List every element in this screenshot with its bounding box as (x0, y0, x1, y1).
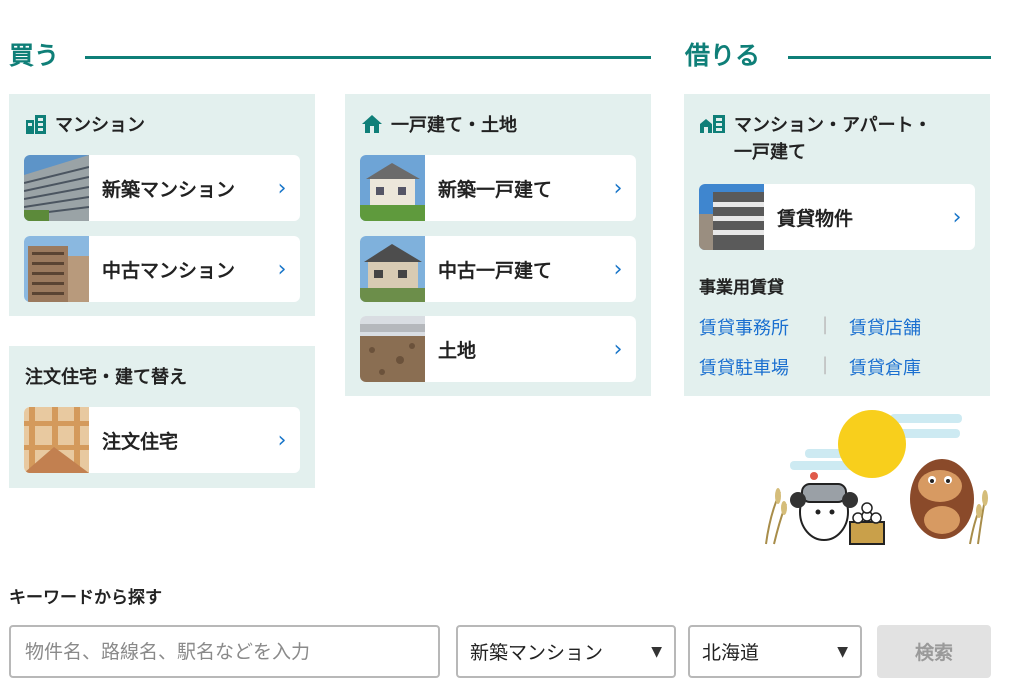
chevron-right-icon: › (277, 175, 287, 201)
chevron-right-icon: › (613, 336, 623, 362)
property-type-select[interactable]: 新築マンション ▼ (456, 625, 676, 678)
new-mansion-label: 新築マンション (102, 178, 236, 201)
used-mansion-photo (24, 236, 89, 302)
chevron-right-icon: › (277, 256, 287, 282)
custom-home-panel: 注文住宅・建て替え 注文住宅 › (9, 346, 315, 488)
custom-home-label: 注文住宅 (102, 430, 179, 453)
house-icon (361, 114, 383, 141)
land-label: 土地 (438, 339, 477, 362)
used-house-photo (360, 236, 425, 302)
prefecture-select-value: 北海道 (702, 642, 760, 664)
rent-panel: マンション・アパート・ 一戸建て 賃貸物件 › 事業用賃貸 賃貸事務所 | 賃貸… (684, 94, 990, 396)
used-house-card[interactable]: 中古一戸建て › (360, 236, 636, 302)
buy-title-divider (85, 56, 651, 59)
new-mansion-photo (24, 155, 89, 221)
chevron-right-icon: › (277, 427, 287, 453)
house-building-icon (700, 114, 726, 141)
house-land-heading-label: 一戸建て・土地 (391, 115, 517, 136)
link-rental-parking[interactable]: 賃貸駐車場 (699, 354, 789, 380)
dropdown-arrow-icon: ▼ (651, 643, 662, 660)
keyword-search-title: キーワードから探す (9, 588, 162, 608)
rent-title-divider (788, 56, 991, 59)
used-house-label: 中古一戸建て (438, 259, 553, 282)
rental-property-label: 賃貸物件 (777, 207, 854, 230)
land-photo (360, 316, 425, 382)
custom-home-heading: 注文住宅・建て替え (25, 367, 187, 388)
mansion-heading: マンション (25, 114, 145, 141)
link-separator: | (822, 354, 829, 375)
new-house-photo (360, 155, 425, 221)
chevron-right-icon: › (952, 204, 962, 230)
rental-property-photo (699, 184, 764, 250)
custom-home-photo (24, 407, 89, 473)
dropdown-arrow-icon: ▼ (837, 643, 848, 660)
used-mansion-card[interactable]: 中古マンション › (24, 236, 300, 302)
rent-heading: マンション・アパート・ 一戸建て (700, 114, 980, 165)
prefecture-select[interactable]: 北海道 ▼ (688, 625, 862, 678)
house-land-heading: 一戸建て・土地 (361, 114, 517, 141)
mansion-heading-label: マンション (55, 115, 145, 136)
search-button[interactable]: 検索 (877, 625, 991, 678)
buy-section-title: 買う (9, 41, 60, 70)
new-mansion-card[interactable]: 新築マンション › (24, 155, 300, 221)
chevron-right-icon: › (613, 175, 623, 201)
custom-home-card[interactable]: 注文住宅 › (24, 407, 300, 473)
building-icon (25, 114, 47, 141)
rent-section-title: 借りる (685, 41, 761, 70)
moon-viewing-mascot-illustration (750, 404, 995, 554)
link-rental-warehouse[interactable]: 賃貸倉庫 (849, 354, 921, 380)
land-card[interactable]: 土地 › (360, 316, 636, 382)
rental-property-card[interactable]: 賃貸物件 › (699, 184, 975, 250)
link-separator: | (822, 314, 829, 335)
chevron-right-icon: › (613, 256, 623, 282)
business-rental-title: 事業用賃貸 (699, 278, 784, 298)
keyword-search-input[interactable] (9, 625, 440, 678)
mansion-panel: マンション 新築マンション › 中古マンション › (9, 94, 315, 316)
rent-heading-line2: 一戸建て (734, 142, 806, 163)
link-rental-office[interactable]: 賃貸事務所 (699, 314, 789, 340)
house-land-panel: 一戸建て・土地 新築一戸建て › 中古一戸建て › 土地 › (345, 94, 651, 396)
used-mansion-label: 中古マンション (102, 259, 236, 282)
new-house-label: 新築一戸建て (438, 178, 553, 201)
new-house-card[interactable]: 新築一戸建て › (360, 155, 636, 221)
property-type-select-value: 新築マンション (470, 642, 604, 664)
link-rental-store[interactable]: 賃貸店舗 (849, 314, 921, 340)
rent-heading-line1: マンション・アパート・ (734, 115, 932, 136)
